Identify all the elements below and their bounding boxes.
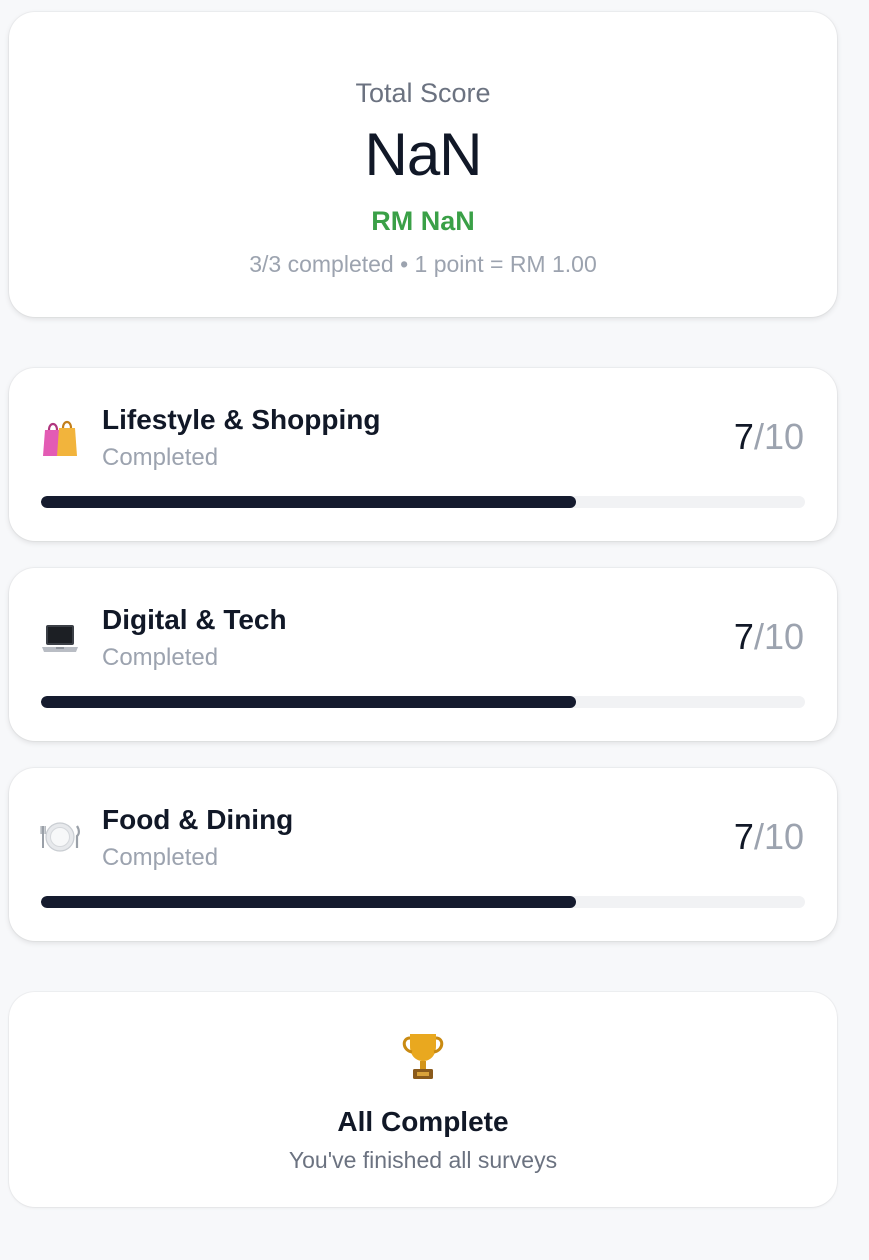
survey-score: 7/10 [734, 816, 804, 858]
progress-fill [41, 696, 576, 708]
shopping-bags-icon [43, 420, 77, 456]
all-complete-subtitle: You've finished all surveys [288, 1147, 558, 1173]
survey-card-digital-tech[interactable]: Digital & Tech Completed 7/10 [9, 568, 837, 741]
score-denominator: /10 [753, 816, 804, 857]
progress-bar [41, 496, 805, 508]
survey-status: Completed [102, 644, 219, 671]
score-numerator: 7 [733, 816, 754, 857]
survey-card-food-dining[interactable]: Food & Dining Completed 7/10 [9, 768, 837, 941]
progress-fill [41, 496, 576, 508]
survey-status: Completed [102, 844, 219, 871]
score-numerator: 7 [733, 416, 754, 457]
survey-score: 7/10 [734, 616, 804, 658]
plate-cutlery-icon [40, 822, 80, 852]
score-denominator: /10 [753, 616, 804, 657]
survey-title: Digital & Tech [102, 604, 287, 635]
survey-title: Lifestyle & Shopping [102, 404, 381, 435]
trophy-icon [402, 1034, 444, 1079]
progress-fill [41, 896, 576, 908]
total-score-value: NaN [364, 121, 482, 188]
survey-score: 7/10 [734, 416, 804, 458]
survey-card-lifestyle-shopping[interactable]: Lifestyle & Shopping Completed 7/10 [9, 368, 837, 541]
completion-summary: 3/3 completed • 1 point = RM 1.00 [249, 251, 597, 277]
score-denominator: /10 [753, 416, 804, 457]
total-score-label: Total Score [355, 78, 491, 108]
survey-status: Completed [102, 444, 219, 471]
score-numerator: 7 [733, 616, 754, 657]
all-complete-card: All Complete You've finished all surveys [9, 992, 837, 1207]
laptop-icon [42, 625, 78, 652]
total-score-card: Total Score NaN RM NaN 3/3 completed • 1… [9, 12, 837, 317]
all-complete-title: All Complete [337, 1106, 509, 1137]
progress-bar [41, 896, 805, 908]
survey-title: Food & Dining [102, 804, 294, 835]
progress-bar [41, 696, 805, 708]
reward-amount: RM NaN [371, 206, 475, 236]
